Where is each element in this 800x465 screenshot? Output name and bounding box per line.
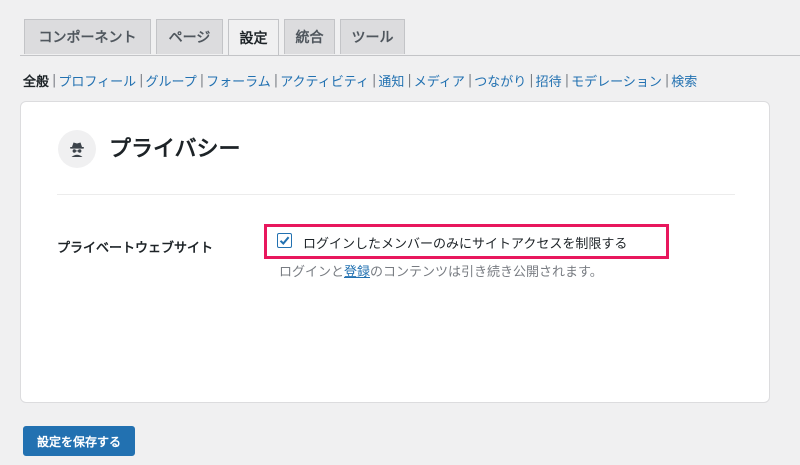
incognito-spy-icon [70, 142, 84, 157]
private-website-label: プライベートウェブサイト [57, 241, 214, 256]
tab-integrations[interactable]: 統合 [284, 19, 335, 54]
subnav-item-profile[interactable]: プロフィール [58, 71, 136, 90]
subnav-item-media[interactable]: メディア [414, 71, 465, 90]
private-site-checkbox[interactable] [277, 233, 292, 248]
subnav-separator: | [664, 73, 670, 88]
subnav-item-forums[interactable]: フォーラム [206, 71, 271, 90]
subnav-separator: | [529, 73, 534, 88]
help-text-prefix: ログインと [279, 265, 345, 280]
subnav-separator: | [273, 73, 279, 88]
page-title: プライバシー [109, 137, 241, 162]
tab-pages[interactable]: ページ [156, 19, 223, 54]
tab-tools[interactable]: ツール [340, 19, 405, 54]
subnav-item-general[interactable]: 全般 [23, 71, 49, 90]
subnav-separator: | [407, 73, 412, 88]
subnav-separator: | [199, 73, 205, 88]
help-text: ログインと登録のコンテンツは引き続き公開されます。 [279, 261, 603, 280]
subnav-item-groups[interactable]: グループ [146, 71, 197, 90]
subnav-item-invites[interactable]: 招待 [536, 71, 562, 90]
register-link[interactable]: 登録 [344, 265, 370, 280]
settings-subnav: 全般 | プロフィール | グループ | フォーラム | アクティビティ | 通… [23, 71, 697, 90]
private-site-checkbox-label[interactable]: ログインしたメンバーのみにサイトアクセスを制限する [303, 233, 627, 252]
tab-components[interactable]: コンポーネント [24, 19, 151, 54]
subnav-item-notifications[interactable]: 通知 [378, 71, 404, 90]
subnav-item-moderation[interactable]: モデレーション [571, 71, 662, 90]
tab-settings[interactable]: 設定 [228, 19, 279, 56]
help-text-suffix: のコンテンツは引き続き公開されます。 [370, 265, 603, 280]
subnav-separator: | [467, 73, 473, 88]
privacy-icon-container [58, 130, 96, 168]
subnav-separator: | [52, 73, 57, 88]
subnav-separator: | [371, 73, 377, 88]
tabs-divider [20, 55, 800, 56]
subnav-item-activity[interactable]: アクティビティ [280, 71, 369, 90]
settings-tabs: コンポーネント ページ 設定 統合 ツール [24, 19, 405, 56]
checkmark-icon [279, 236, 290, 245]
section-divider [57, 194, 735, 195]
save-settings-button[interactable]: 設定を保存する [23, 426, 135, 456]
subnav-item-connections[interactable]: つながり [474, 71, 526, 90]
subnav-separator: | [564, 73, 570, 88]
privacy-settings-card: プライバシー プライベートウェブサイト ログインしたメンバーのみにサイトアクセス… [20, 101, 770, 403]
subnav-separator: | [139, 73, 144, 88]
subnav-item-search[interactable]: 検索 [671, 71, 697, 90]
